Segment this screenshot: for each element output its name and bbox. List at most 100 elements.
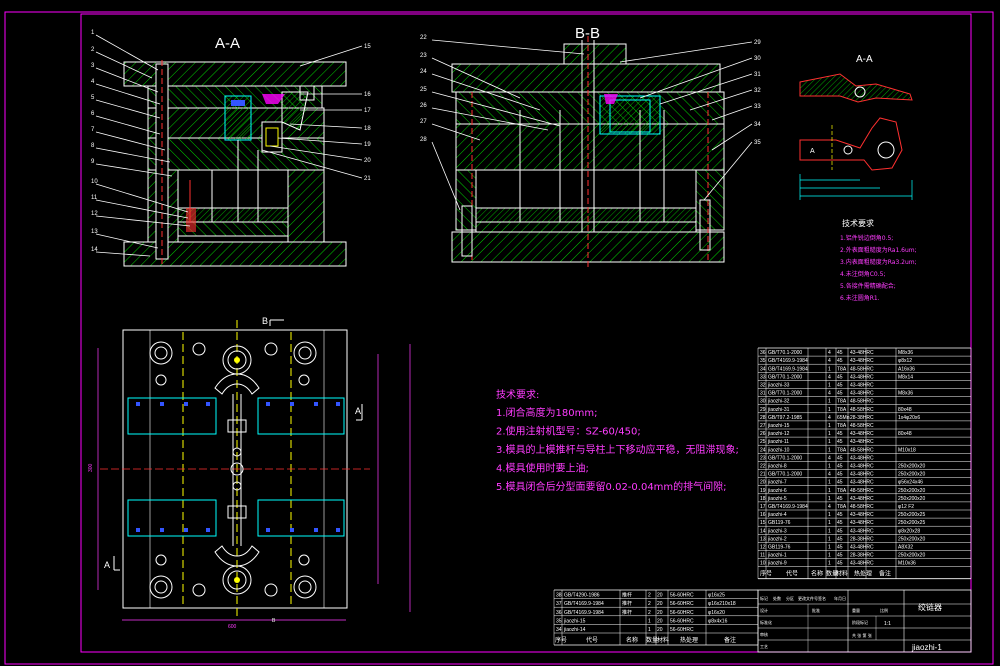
leader-label: 4 [91,79,95,85]
leader-label: 17 [364,108,371,114]
bom-bottom-table[interactable]: 38 GB/T4290-1986 推杆 2 20 56-60HRC φ16x25 37 GB/T… [553,589,759,646]
bom-row-heat: 43-48HRC [850,374,874,380]
bom-row-code: jiaozhi-15 [767,423,790,429]
bom-row-note: 80x48 [898,431,912,437]
title-cell: 处数 [773,595,781,601]
main-note-line: 3.模具的上模推杆与导柱上下移动应平稳，无阻滞现象; [496,443,739,456]
bom-row-material: 45 [837,374,843,380]
bom-row-note: φ56x24x46 [898,480,923,486]
bom-header-cell: 备注 [879,570,891,578]
bom-row-name: 推杆 [622,609,632,616]
bom-row-material: 45 [837,480,843,486]
bom-row-no: 36 [760,350,766,356]
leader-label: 12 [91,211,98,217]
bom-row-heat: 48-58HRC [850,447,874,453]
leader-label: 18 [364,126,371,132]
bom-row-note: φ8x20x28 [898,528,920,534]
bom-row-no: 17 [760,504,766,510]
bom-row-material: 45 [837,528,843,534]
bom-row-material: 45 [837,431,843,437]
bom-row-no: 22 [760,464,766,470]
bom-row-no: 16 [760,512,766,518]
main-notes: 技术要求: 1.闭合高度为180mm; 2.使用注射机型号：SZ-60/450; 3… [496,388,739,493]
bom-header-cell: 序号 [555,636,567,644]
title-cell: 签名 [818,595,826,601]
bom-row-heat: 48-58HRC [850,399,874,405]
bom-row-code: GB/T70.1-2000 [768,391,802,397]
bom-row-qty: 1 [828,464,831,470]
main-notes-title: 技术要求: [496,388,539,401]
leader-label: 34 [754,122,761,128]
bom-row-qty: 1 [828,488,831,494]
small-note-line: 6.未注圆角R1. [840,294,880,302]
bom-row-no: 11 [760,553,765,559]
bom-row-material: T8A [837,488,847,494]
bom-row-material: T8A [837,407,847,413]
plan-mark-a-right: A [355,406,361,416]
leader-label: 27 [420,119,427,125]
bom-row-heat: 48-58HRC [850,504,874,510]
plan-view[interactable]: 600 300 B B A A [88,316,411,630]
bom-row-no: 34 [556,627,562,633]
bom-row-no: 10 [760,561,766,567]
bom-row-material: 45 [837,512,843,518]
bom-row-qty: 1 [828,496,831,502]
bom-row-no: 18 [760,496,766,502]
bom-row-qty: 1 [828,407,831,413]
bom-row-note: φ16x210x18 [708,601,736,607]
title-block: 标记 处数 分区 更改文件号 签名 年月日设计标准化审核工艺批准阶段标记重量 比例 绞链器 … [757,589,972,653]
leader-label: 9 [91,159,95,165]
bom-row-qty: 1 [828,431,831,437]
bom-row-heat: 43-48HRC [850,358,874,364]
bom-row-material: 45 [837,350,843,356]
bom-row-qty: 1 [828,561,831,567]
bom-row-code: jiaozhi-7 [767,480,787,486]
small-note-line: 4.未注倒角C0.5; [840,270,885,278]
bom-row-qty: 2 [648,601,651,607]
small-note-line: 5.各接件需精确配合; [840,282,896,290]
section-aa-view[interactable]: A-A 1234567891011121314 15161718192021 [91,30,371,267]
bom-row-code: GB/T4169.9-1984 [768,504,808,510]
section-aa-title: A-A [215,35,240,52]
bom-row-qty: 4 [828,504,831,510]
bom-row-heat: 43-48HRC [850,528,874,534]
bom-row-no: 26 [760,431,766,437]
bom-right-table[interactable]: 36 GB/T70.1-2000 4 45 43-48HRC M8x3635 GB/T416… [757,347,972,580]
leader-label: 5 [91,95,95,101]
bom-row-note: φ8x4x16 [708,618,728,624]
bom-row-heat: 43-48HRC [850,431,874,437]
bom-row-heat: 43-48HRC [850,480,874,486]
title-cell: 工艺 [760,644,768,649]
bom-row-no: 34 [760,366,766,372]
leader-label: 1 [91,30,95,36]
leader-label: 3 [91,63,95,69]
bom-row-note: 250x200x20 [898,496,925,502]
leader-label: 8 [91,143,95,149]
bom-row-note: A8X32 [898,545,913,551]
bom-row-no: 30 [760,399,766,405]
leader-label: 13 [91,229,98,235]
bom-row-code: GB/T4169.9-1984 [768,358,808,364]
bom-row-no: 38 [556,593,562,599]
bom-row-no: 29 [760,407,766,413]
part-detail-view[interactable]: A-A A [799,54,913,200]
bom-row-heat: 56-60HRC [670,593,694,599]
bom-row-code: jiaozhi-6 [767,488,787,494]
main-note-line: 5.模具闭合后分型面要留0.02-0.04mm的排气间隙; [496,480,727,493]
bom-row-note: φ16x25 [708,593,725,599]
bom-header-cell: 备注 [724,636,736,644]
bom-row-qty: 4 [828,358,831,364]
bom-row-material: T8A [837,447,847,453]
section-bb-view[interactable]: B-B 22232425262728 29303132333435 [420,25,761,268]
bom-row-no: 37 [556,601,562,607]
cad-viewport[interactable]: A-A 1 2 3 4 5 6 7 8 9 10 11 12 13 14 15 … [0,0,1000,666]
bom-header-cell: 材料 [657,636,669,644]
bom-row-heat: 48-58HRC [850,423,874,429]
bom-row-material: 45 [837,561,843,567]
bom-row-note: 250x200x20 [898,464,925,470]
title-cell: 批准 [812,607,820,613]
bom-row-note: M8x36 [898,350,913,356]
bom-row-no: 36 [556,610,562,616]
bom-row-name: 推杆 [622,592,632,599]
bom-row-code: GB/T70.1-2000 [768,374,802,380]
